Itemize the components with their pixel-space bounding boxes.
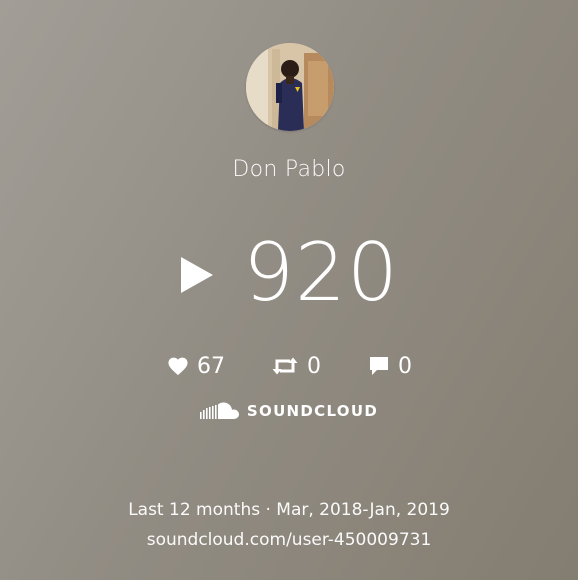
repost-icon (272, 357, 298, 375)
profile-link[interactable]: soundcloud.com/user-450009731 (0, 530, 578, 550)
time-period: Last 12 months · Mar, 2018-Jan, 2019 (128, 500, 450, 520)
reposts-count: 0 (307, 353, 321, 379)
engagement-stats: 67 0 0 (0, 350, 578, 382)
plays-counter: 920 (0, 228, 578, 318)
brand-name: SOUNDCLOUD (246, 402, 379, 420)
soundcloud-logo-icon (199, 402, 239, 419)
comments-stat: 0 (368, 350, 412, 382)
avatar-photo (246, 43, 334, 131)
likes-stat: 67 (167, 350, 225, 382)
stats-card: Don Pablo 920 67 0 0 SOUNDCLOUD Last 12 … (0, 0, 578, 580)
comments-count: 0 (398, 353, 412, 379)
play-icon (181, 257, 214, 293)
comment-icon (370, 357, 388, 375)
heart-icon (168, 357, 188, 376)
profile-name[interactable]: Don Pablo (0, 157, 578, 182)
play-count: 920 (243, 226, 399, 319)
reposts-stat: 0 (271, 350, 321, 382)
likes-count: 67 (197, 353, 225, 379)
avatar[interactable] (246, 43, 334, 131)
soundcloud-brand[interactable]: SOUNDCLOUD (0, 402, 578, 420)
